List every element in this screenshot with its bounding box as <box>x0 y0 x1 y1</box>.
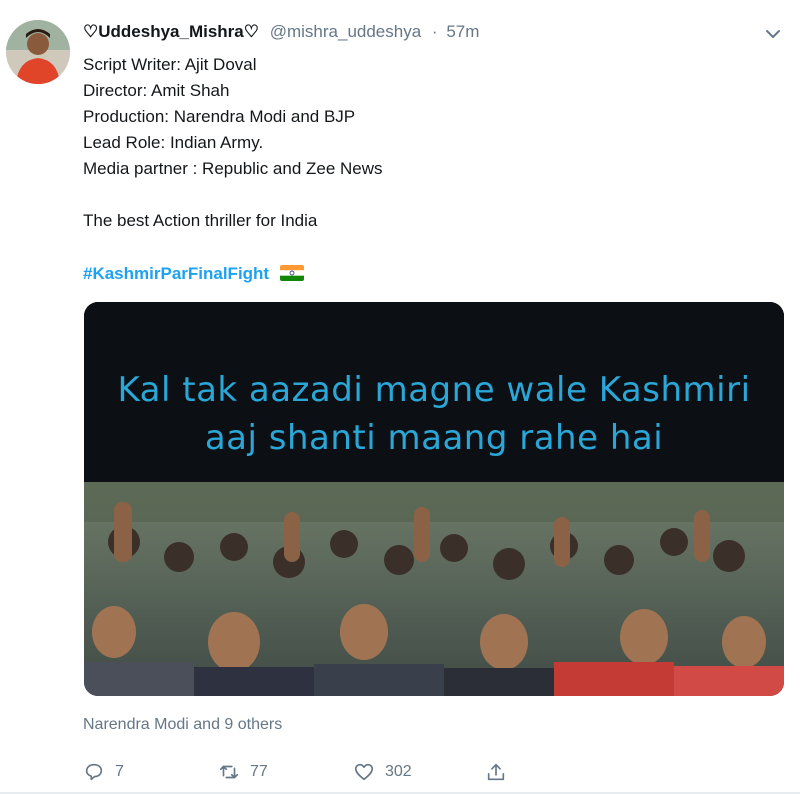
separator: · <box>431 22 438 41</box>
avatar[interactable] <box>6 20 70 84</box>
hashtag-link[interactable]: #KashmirParFinalFight <box>83 264 304 284</box>
like-count: 302 <box>385 763 412 780</box>
tweet-actions: 7 77 302 <box>83 760 523 786</box>
tweet-line: Media partner : Republic and Zee News <box>83 159 383 178</box>
share-button[interactable] <box>485 760 507 784</box>
reply-count: 7 <box>115 763 124 780</box>
retweet-count: 77 <box>250 763 268 780</box>
timestamp[interactable]: 57m <box>446 22 479 41</box>
tweet-line: Production: Narendra Modi and BJP <box>83 107 356 126</box>
chevron-down-icon[interactable] <box>763 26 783 42</box>
reply-icon <box>85 763 103 781</box>
tweet-text: Script Writer: Ajit Doval Director: Amit… <box>83 52 383 234</box>
tweet-tagline: The best Action thriller for India <box>83 211 318 230</box>
share-icon <box>487 763 505 781</box>
heart-icon <box>354 763 374 781</box>
retweet-icon <box>219 765 239 779</box>
media-caption-line: aaj shanti maang rahe hai <box>204 418 664 458</box>
tweet-line: Script Writer: Ajit Doval <box>83 55 257 74</box>
tweet-line: Lead Role: Indian Army. <box>83 133 264 152</box>
tweet-media[interactable]: Kal tak aazadi magne wale Kashmiri aaj s… <box>84 302 784 696</box>
india-flag-icon <box>279 265 304 281</box>
media-caption-line: Kal tak aazadi magne wale Kashmiri <box>117 370 751 410</box>
user-handle[interactable]: @mishra_uddeshya <box>270 22 421 41</box>
media-caption-banner: Kal tak aazadi magne wale Kashmiri aaj s… <box>84 302 784 482</box>
display-name[interactable]: ♡Uddeshya_Mishra♡ <box>83 22 259 41</box>
liked-by-text[interactable]: Narendra Modi and 9 others <box>83 716 282 734</box>
tweet-line: Director: Amit Shah <box>83 81 230 100</box>
tweet-card: ♡Uddeshya_Mishra♡ @mishra_uddeshya · 57m… <box>0 0 800 794</box>
like-button[interactable]: 302 <box>353 760 412 784</box>
hashtag-text[interactable]: #KashmirParFinalFight <box>83 264 269 283</box>
reply-button[interactable]: 7 <box>83 760 124 784</box>
retweet-button[interactable]: 77 <box>218 760 268 784</box>
crowd-photo <box>84 482 784 696</box>
tweet-header: ♡Uddeshya_Mishra♡ @mishra_uddeshya · 57m <box>83 22 479 42</box>
